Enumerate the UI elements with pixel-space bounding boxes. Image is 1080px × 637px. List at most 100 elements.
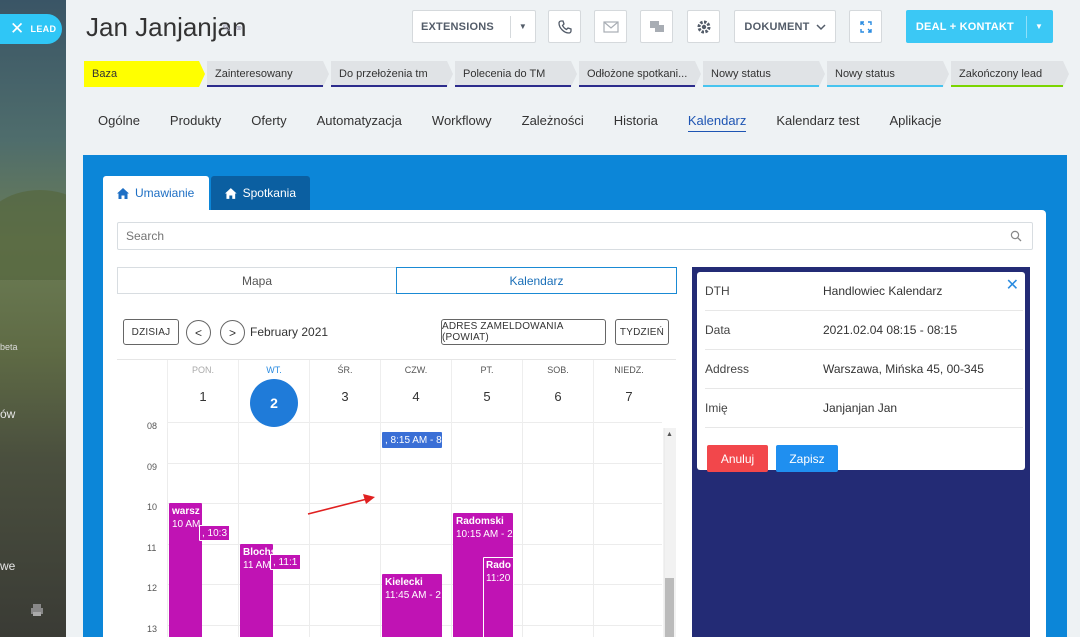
event-time: , 10:3	[202, 528, 228, 540]
detail-row: DTH Handlowiec Kalendarz	[705, 272, 1023, 311]
calendar-event[interactable]: , 11:1	[270, 553, 301, 570]
tab-kalendarz-test[interactable]: Kalendarz test	[776, 113, 859, 132]
next-week-button[interactable]: >	[220, 320, 245, 345]
phone-button[interactable]	[548, 10, 581, 43]
scroll-thumb[interactable]	[665, 578, 674, 637]
hour-label: 12	[147, 583, 158, 593]
tab-ogólne[interactable]: Ogólne	[98, 113, 140, 132]
scroll-up-icon[interactable]: ▲	[666, 431, 673, 438]
tab-umawianie-label: Umawianie	[135, 186, 195, 200]
calendar-event[interactable]: Rado 11:20	[483, 556, 514, 637]
calendar-event[interactable]: , 8:15 AM - 8	[382, 432, 442, 449]
tab-spotkania-label: Spotkania	[242, 186, 296, 200]
day-header[interactable]: PON. 1	[167, 360, 238, 428]
day-gridline	[238, 428, 239, 637]
stage-3[interactable]: Do przełożenia tm	[331, 61, 453, 87]
background-strip: beta ów we	[0, 0, 66, 637]
calendar-event[interactable]: Kielecki 11:45 AM - 2	[382, 573, 442, 637]
tab-zależności[interactable]: Zależności	[522, 113, 584, 132]
day-header[interactable]: CZW. 4	[380, 360, 451, 428]
stage-label: Nowy status	[835, 68, 895, 80]
day-header[interactable]: SOB. 6	[522, 360, 593, 428]
stage-7[interactable]: Nowy status	[827, 61, 949, 87]
email-button[interactable]	[594, 10, 627, 43]
week-view-button[interactable]: TYDZIEŃ	[615, 319, 669, 345]
tab-kalendarz[interactable]: Kalendarz	[687, 113, 747, 132]
stage-color-bar	[455, 85, 571, 87]
stage-4[interactable]: Polecenia do TM	[455, 61, 577, 87]
day-gridline	[593, 428, 594, 637]
view-toggle-mapa[interactable]: Mapa	[117, 267, 397, 294]
stage-color-bar	[207, 85, 323, 87]
caret-down-icon: ▼	[518, 22, 528, 31]
stage-label: Do przełożenia tm	[339, 68, 428, 80]
save-button[interactable]: Zapisz	[776, 445, 838, 472]
hour-label: 08	[147, 421, 158, 431]
event-time: 11 AM	[243, 559, 271, 571]
day-name: NIEDZ.	[614, 365, 644, 375]
today-date-circle: 2	[250, 379, 298, 427]
day-header[interactable]: WT. 2	[238, 360, 309, 428]
header: Jan Janjanjan ✎ ⚭ EXTENSIONS ▼ DOKUMENT …	[66, 0, 1080, 54]
search-input[interactable]	[118, 223, 998, 249]
cancel-button[interactable]: Anuluj	[707, 445, 768, 472]
envelope-icon	[602, 20, 619, 33]
deal-kontakt-button[interactable]: DEAL + KONTAKT ▼	[906, 10, 1053, 43]
stage-bar: Baza Zainteresowany Do przełożenia tm Polec…	[84, 61, 1064, 87]
today-button[interactable]: DZISIAJ	[123, 319, 179, 345]
settings-button[interactable]	[687, 10, 720, 43]
sidebar-text: we	[0, 559, 16, 573]
day-gridline	[309, 428, 310, 637]
stage-1[interactable]: Baza	[84, 61, 205, 87]
detail-value: Handlowiec Kalendarz	[823, 284, 943, 298]
tab-workflowy[interactable]: Workflowy	[432, 113, 492, 132]
calendar-panel: Umawianie Spotkania Mapa Kalendarz DZISI…	[83, 155, 1067, 637]
day-name: PON.	[191, 365, 214, 375]
tab-historia[interactable]: Historia	[614, 113, 658, 132]
calendar-event[interactable]: warsz 10 AM	[169, 503, 202, 637]
extensions-button[interactable]: EXTENSIONS ▼	[412, 10, 536, 43]
stage-6[interactable]: Nowy status	[703, 61, 825, 87]
stage-5[interactable]: Odłożone spotkani...	[579, 61, 701, 87]
print-icon[interactable]	[30, 603, 44, 617]
tab-automatyzacja[interactable]: Automatyzacja	[317, 113, 402, 132]
day-number: 1	[199, 389, 207, 404]
stage-2[interactable]: Zainteresowany	[207, 61, 329, 87]
hour-label: 10	[147, 502, 158, 512]
day-header[interactable]: ŚR. 3	[309, 360, 380, 428]
tab-aplikacje[interactable]: Aplikacje	[890, 113, 942, 132]
search-icon[interactable]	[1010, 230, 1022, 242]
stage-color-bar	[703, 85, 819, 87]
stage-8[interactable]: Zakończony lead	[951, 61, 1069, 87]
lead-label: LEAD	[30, 24, 57, 34]
hour-gridline	[167, 462, 662, 464]
detail-key: Address	[705, 362, 750, 376]
close-icon: ✕	[10, 19, 25, 38]
lead-close-button[interactable]: ✕ LEAD	[0, 14, 62, 44]
tab-umawianie[interactable]: Umawianie	[103, 176, 209, 210]
calendar-event[interactable]: , 10:3	[199, 525, 230, 542]
pencil-icon[interactable]: ✎	[222, 23, 231, 35]
tab-spotkania[interactable]: Spotkania	[211, 176, 310, 210]
stage-label: Polecenia do TM	[463, 68, 546, 80]
address-filter-button[interactable]: ADRES ZAMELDOWANIA (POWIAT)	[441, 319, 606, 345]
day-gridline	[451, 428, 452, 637]
tab-produkty[interactable]: Produkty	[170, 113, 221, 132]
sync-button[interactable]	[849, 10, 882, 43]
stage-label: Nowy status	[711, 68, 771, 80]
event-time: , 8:15 AM - 8	[385, 435, 442, 447]
calendar-event[interactable]: Blochski11 AM	[240, 543, 273, 637]
stage-label: Odłożone spotkani...	[587, 68, 688, 80]
day-header[interactable]: PT. 5	[451, 360, 522, 428]
prev-week-button[interactable]: <	[186, 320, 211, 345]
day-header[interactable]: NIEDZ. 7	[593, 360, 664, 428]
event-detail-panel: ✕ Anuluj Zapisz DTH Handlowiec Kalendarz D…	[692, 267, 1030, 637]
chevron-down-icon	[816, 23, 826, 30]
chat-button[interactable]	[640, 10, 673, 43]
stage-color-bar	[827, 85, 943, 87]
dokument-button[interactable]: DOKUMENT	[734, 10, 836, 43]
tab-oferty[interactable]: Oferty	[251, 113, 286, 132]
link-icon[interactable]: ⚭	[234, 23, 243, 35]
view-toggle-kalendarz[interactable]: Kalendarz	[396, 267, 677, 294]
event-title: Blochski	[243, 546, 273, 558]
